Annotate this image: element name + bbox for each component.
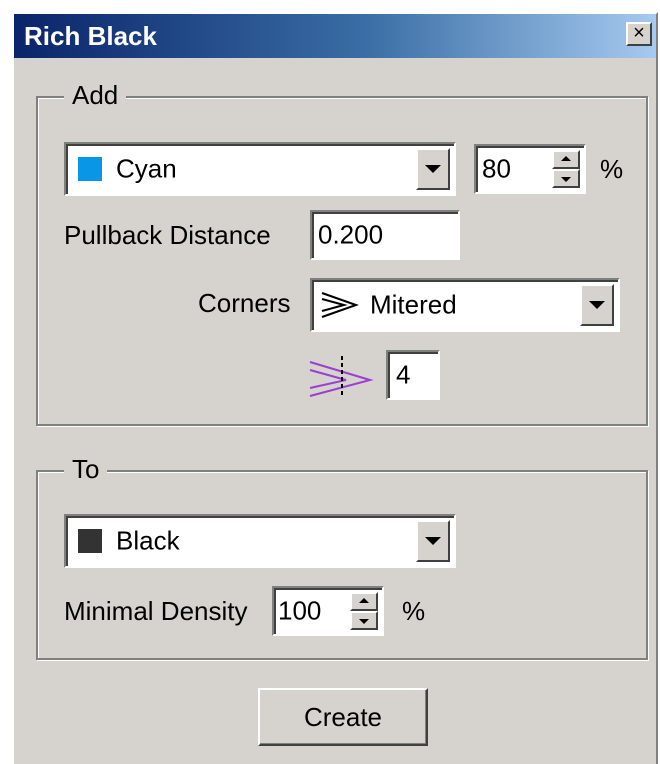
- close-button[interactable]: ×: [626, 22, 652, 46]
- spin-down-icon[interactable]: [552, 169, 580, 188]
- corners-select[interactable]: Mitered: [310, 278, 620, 332]
- add-group-legend: Add: [64, 80, 127, 110]
- minimal-density-value: 100: [278, 595, 322, 626]
- to-ink-value: Black: [116, 525, 180, 556]
- add-percent-unit: %: [600, 154, 624, 184]
- spin-down-icon[interactable]: [350, 611, 378, 630]
- minimal-density-unit: %: [402, 596, 426, 626]
- add-group: Add Cyan 80 % Pullback Distance 0.200 Co…: [36, 80, 648, 426]
- minimal-density-label: Minimal Density: [64, 596, 248, 626]
- miter-limit-input[interactable]: 4: [386, 350, 440, 400]
- close-icon: ×: [633, 22, 645, 44]
- add-percent-value: 80: [482, 153, 511, 184]
- minimal-density-spinner[interactable]: 100: [272, 586, 384, 636]
- miter-limit-value: 4: [396, 359, 411, 390]
- spin-up-icon[interactable]: [552, 150, 580, 169]
- spinner-buttons: [552, 150, 580, 188]
- create-button[interactable]: Create: [258, 688, 428, 746]
- to-group-legend: To: [64, 454, 108, 484]
- corners-label: Corners: [198, 288, 291, 318]
- spin-up-icon[interactable]: [350, 592, 378, 611]
- cyan-swatch-icon: [78, 157, 102, 181]
- corners-value: Mitered: [370, 289, 457, 320]
- title-bar[interactable]: Rich Black ×: [14, 14, 656, 58]
- to-group: To Black Minimal Density 100 %: [36, 454, 648, 660]
- chevron-down-icon[interactable]: [580, 284, 614, 326]
- miter-limit-icon: [309, 356, 374, 398]
- spinner-buttons: [350, 592, 378, 630]
- add-ink-select[interactable]: Cyan: [64, 142, 456, 196]
- rich-black-dialog: Rich Black × Add Cyan 80 % Pullback Dist…: [12, 12, 658, 764]
- to-ink-select[interactable]: Black: [64, 514, 456, 568]
- pullback-distance-input[interactable]: 0.200: [310, 210, 460, 260]
- chevron-down-icon[interactable]: [416, 148, 450, 190]
- pullback-distance-label: Pullback Distance: [64, 220, 271, 250]
- black-swatch-icon: [78, 529, 102, 553]
- mitered-corner-icon: [321, 292, 360, 318]
- window-title: Rich Black: [24, 21, 157, 51]
- add-ink-value: Cyan: [116, 153, 177, 184]
- add-percent-spinner[interactable]: 80: [474, 144, 586, 194]
- chevron-down-icon[interactable]: [416, 520, 450, 562]
- create-button-label: Create: [303, 702, 383, 732]
- pullback-distance-value: 0.200: [318, 219, 384, 250]
